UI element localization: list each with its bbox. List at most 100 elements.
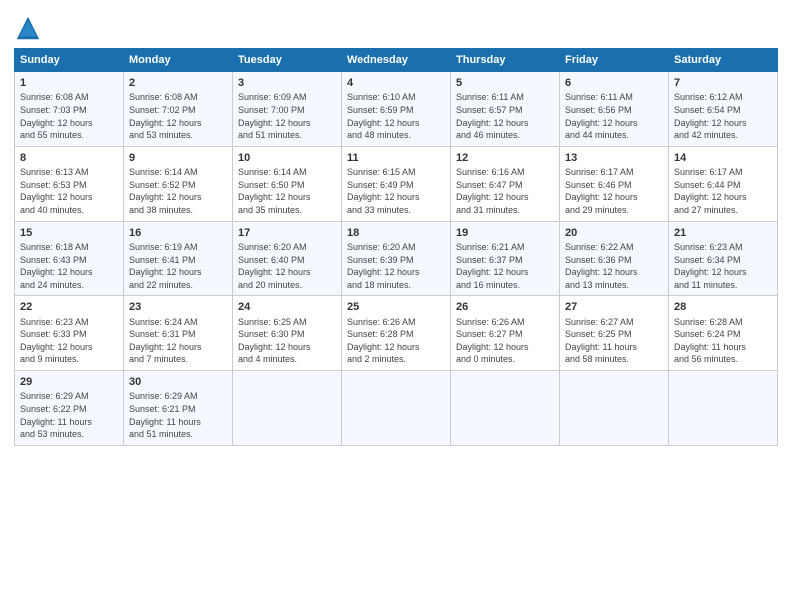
day-number: 10: [238, 151, 336, 166]
day-info: Sunrise: 6:23 AM Sunset: 6:33 PM Dayligh…: [20, 316, 118, 366]
calendar-cell: [233, 371, 342, 446]
week-row: 22Sunrise: 6:23 AM Sunset: 6:33 PM Dayli…: [15, 296, 778, 371]
logo: [14, 14, 46, 42]
calendar-cell: 8Sunrise: 6:13 AM Sunset: 6:53 PM Daylig…: [15, 146, 124, 221]
calendar-cell: 4Sunrise: 6:10 AM Sunset: 6:59 PM Daylig…: [342, 72, 451, 147]
day-number: 19: [456, 226, 554, 241]
calendar-cell: 23Sunrise: 6:24 AM Sunset: 6:31 PM Dayli…: [124, 296, 233, 371]
day-info: Sunrise: 6:19 AM Sunset: 6:41 PM Dayligh…: [129, 241, 227, 291]
calendar-body: 1Sunrise: 6:08 AM Sunset: 7:03 PM Daylig…: [15, 72, 778, 446]
day-number: 15: [20, 226, 118, 241]
calendar-cell: 15Sunrise: 6:18 AM Sunset: 6:43 PM Dayli…: [15, 221, 124, 296]
day-number: 7: [674, 76, 772, 91]
calendar-cell: 2Sunrise: 6:08 AM Sunset: 7:02 PM Daylig…: [124, 72, 233, 147]
day-number: 29: [20, 375, 118, 390]
day-info: Sunrise: 6:08 AM Sunset: 7:03 PM Dayligh…: [20, 91, 118, 141]
calendar-cell: 14Sunrise: 6:17 AM Sunset: 6:44 PM Dayli…: [669, 146, 778, 221]
day-info: Sunrise: 6:20 AM Sunset: 6:40 PM Dayligh…: [238, 241, 336, 291]
calendar-cell: 1Sunrise: 6:08 AM Sunset: 7:03 PM Daylig…: [15, 72, 124, 147]
calendar-cell: 3Sunrise: 6:09 AM Sunset: 7:00 PM Daylig…: [233, 72, 342, 147]
calendar-header: SundayMondayTuesdayWednesdayThursdayFrid…: [15, 49, 778, 72]
day-info: Sunrise: 6:21 AM Sunset: 6:37 PM Dayligh…: [456, 241, 554, 291]
header-cell-sunday: Sunday: [15, 49, 124, 72]
day-number: 23: [129, 300, 227, 315]
calendar-cell: [560, 371, 669, 446]
header: [14, 10, 778, 42]
week-row: 1Sunrise: 6:08 AM Sunset: 7:03 PM Daylig…: [15, 72, 778, 147]
day-info: Sunrise: 6:16 AM Sunset: 6:47 PM Dayligh…: [456, 166, 554, 216]
day-number: 17: [238, 226, 336, 241]
day-number: 5: [456, 76, 554, 91]
calendar-cell: 29Sunrise: 6:29 AM Sunset: 6:22 PM Dayli…: [15, 371, 124, 446]
day-info: Sunrise: 6:28 AM Sunset: 6:24 PM Dayligh…: [674, 316, 772, 366]
day-number: 24: [238, 300, 336, 315]
header-cell-saturday: Saturday: [669, 49, 778, 72]
day-info: Sunrise: 6:12 AM Sunset: 6:54 PM Dayligh…: [674, 91, 772, 141]
day-number: 3: [238, 76, 336, 91]
day-info: Sunrise: 6:08 AM Sunset: 7:02 PM Dayligh…: [129, 91, 227, 141]
calendar-cell: 12Sunrise: 6:16 AM Sunset: 6:47 PM Dayli…: [451, 146, 560, 221]
day-number: 30: [129, 375, 227, 390]
header-row: SundayMondayTuesdayWednesdayThursdayFrid…: [15, 49, 778, 72]
day-info: Sunrise: 6:11 AM Sunset: 6:57 PM Dayligh…: [456, 91, 554, 141]
week-row: 29Sunrise: 6:29 AM Sunset: 6:22 PM Dayli…: [15, 371, 778, 446]
day-number: 6: [565, 76, 663, 91]
day-number: 26: [456, 300, 554, 315]
day-info: Sunrise: 6:09 AM Sunset: 7:00 PM Dayligh…: [238, 91, 336, 141]
day-number: 20: [565, 226, 663, 241]
day-info: Sunrise: 6:24 AM Sunset: 6:31 PM Dayligh…: [129, 316, 227, 366]
calendar-cell: 9Sunrise: 6:14 AM Sunset: 6:52 PM Daylig…: [124, 146, 233, 221]
header-cell-tuesday: Tuesday: [233, 49, 342, 72]
calendar-cell: 10Sunrise: 6:14 AM Sunset: 6:50 PM Dayli…: [233, 146, 342, 221]
calendar-table: SundayMondayTuesdayWednesdayThursdayFrid…: [14, 48, 778, 446]
day-number: 4: [347, 76, 445, 91]
header-cell-wednesday: Wednesday: [342, 49, 451, 72]
day-info: Sunrise: 6:29 AM Sunset: 6:22 PM Dayligh…: [20, 390, 118, 440]
calendar-cell: 17Sunrise: 6:20 AM Sunset: 6:40 PM Dayli…: [233, 221, 342, 296]
header-cell-friday: Friday: [560, 49, 669, 72]
day-info: Sunrise: 6:29 AM Sunset: 6:21 PM Dayligh…: [129, 390, 227, 440]
calendar-cell: [669, 371, 778, 446]
calendar-cell: 25Sunrise: 6:26 AM Sunset: 6:28 PM Dayli…: [342, 296, 451, 371]
calendar-cell: 5Sunrise: 6:11 AM Sunset: 6:57 PM Daylig…: [451, 72, 560, 147]
day-info: Sunrise: 6:17 AM Sunset: 6:46 PM Dayligh…: [565, 166, 663, 216]
day-info: Sunrise: 6:14 AM Sunset: 6:52 PM Dayligh…: [129, 166, 227, 216]
day-info: Sunrise: 6:10 AM Sunset: 6:59 PM Dayligh…: [347, 91, 445, 141]
day-info: Sunrise: 6:27 AM Sunset: 6:25 PM Dayligh…: [565, 316, 663, 366]
header-cell-thursday: Thursday: [451, 49, 560, 72]
day-info: Sunrise: 6:11 AM Sunset: 6:56 PM Dayligh…: [565, 91, 663, 141]
day-number: 1: [20, 76, 118, 91]
day-number: 14: [674, 151, 772, 166]
day-number: 8: [20, 151, 118, 166]
day-number: 2: [129, 76, 227, 91]
week-row: 8Sunrise: 6:13 AM Sunset: 6:53 PM Daylig…: [15, 146, 778, 221]
calendar-cell: 22Sunrise: 6:23 AM Sunset: 6:33 PM Dayli…: [15, 296, 124, 371]
day-info: Sunrise: 6:15 AM Sunset: 6:49 PM Dayligh…: [347, 166, 445, 216]
day-number: 13: [565, 151, 663, 166]
day-number: 18: [347, 226, 445, 241]
week-row: 15Sunrise: 6:18 AM Sunset: 6:43 PM Dayli…: [15, 221, 778, 296]
page: SundayMondayTuesdayWednesdayThursdayFrid…: [0, 0, 792, 612]
day-info: Sunrise: 6:25 AM Sunset: 6:30 PM Dayligh…: [238, 316, 336, 366]
calendar-cell: [451, 371, 560, 446]
day-info: Sunrise: 6:14 AM Sunset: 6:50 PM Dayligh…: [238, 166, 336, 216]
calendar-cell: 18Sunrise: 6:20 AM Sunset: 6:39 PM Dayli…: [342, 221, 451, 296]
day-number: 16: [129, 226, 227, 241]
calendar-cell: 20Sunrise: 6:22 AM Sunset: 6:36 PM Dayli…: [560, 221, 669, 296]
calendar-cell: 28Sunrise: 6:28 AM Sunset: 6:24 PM Dayli…: [669, 296, 778, 371]
logo-icon: [14, 14, 42, 42]
day-number: 28: [674, 300, 772, 315]
calendar-cell: 24Sunrise: 6:25 AM Sunset: 6:30 PM Dayli…: [233, 296, 342, 371]
day-info: Sunrise: 6:26 AM Sunset: 6:27 PM Dayligh…: [456, 316, 554, 366]
calendar-cell: 6Sunrise: 6:11 AM Sunset: 6:56 PM Daylig…: [560, 72, 669, 147]
day-info: Sunrise: 6:22 AM Sunset: 6:36 PM Dayligh…: [565, 241, 663, 291]
calendar-cell: 11Sunrise: 6:15 AM Sunset: 6:49 PM Dayli…: [342, 146, 451, 221]
day-number: 25: [347, 300, 445, 315]
calendar-cell: 19Sunrise: 6:21 AM Sunset: 6:37 PM Dayli…: [451, 221, 560, 296]
day-number: 12: [456, 151, 554, 166]
calendar-cell: [342, 371, 451, 446]
calendar-cell: 21Sunrise: 6:23 AM Sunset: 6:34 PM Dayli…: [669, 221, 778, 296]
day-number: 11: [347, 151, 445, 166]
day-info: Sunrise: 6:23 AM Sunset: 6:34 PM Dayligh…: [674, 241, 772, 291]
day-info: Sunrise: 6:17 AM Sunset: 6:44 PM Dayligh…: [674, 166, 772, 216]
